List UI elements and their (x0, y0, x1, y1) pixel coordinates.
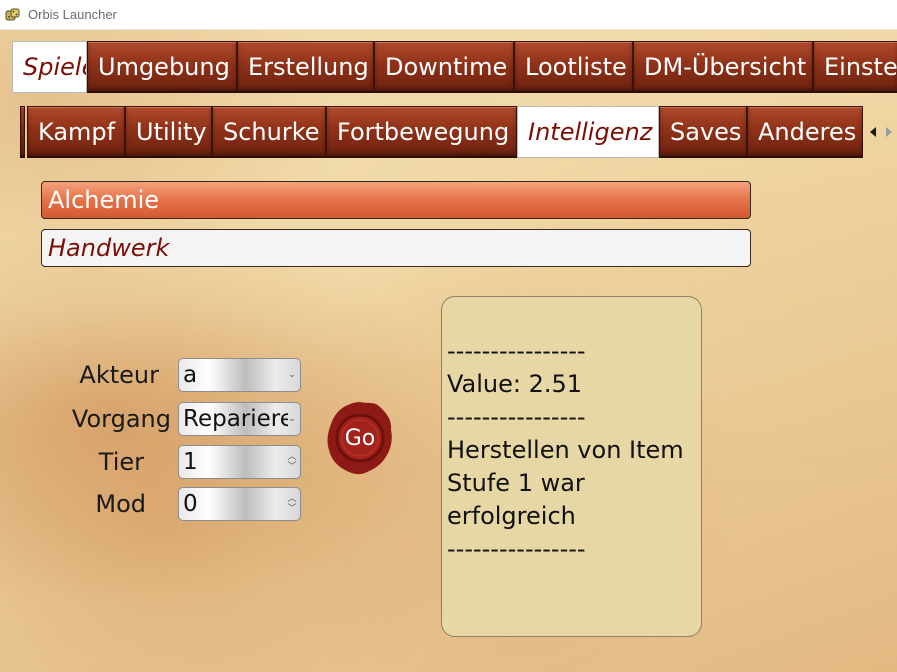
title-bar: Orbis Launcher (0, 0, 897, 30)
scroll-left-icon[interactable] (869, 123, 877, 142)
vorgang-select[interactable]: Reparieren ⌄ (178, 402, 301, 436)
output-value: Value: 2.51 (447, 370, 583, 398)
mod-stepper[interactable]: 0 ︿ ﹀ (178, 487, 301, 521)
tab-erstellung[interactable]: Erstellung (237, 41, 374, 93)
tab-saves[interactable]: Saves (659, 106, 747, 158)
tab-schurke[interactable]: Schurke (212, 106, 326, 158)
output-separator: ---------------- (447, 337, 586, 365)
go-label: Go (344, 425, 376, 451)
tier-label: Tier (98, 448, 144, 476)
akteur-select[interactable]: a ⌄ (178, 358, 301, 392)
output-panel: ---------------- Value: 2.51 -----------… (441, 296, 702, 637)
tab-downtime[interactable]: Downtime (374, 41, 514, 93)
vorgang-label: Vorgang (71, 405, 171, 433)
scroll-right-icon[interactable] (885, 123, 893, 142)
tab-utility[interactable]: Utility (125, 106, 212, 158)
tab-kampf[interactable]: Kampf (27, 106, 125, 158)
window-title: Orbis Launcher (28, 7, 117, 22)
tab-anderes[interactable]: Anderes (747, 106, 863, 158)
tier-stepper[interactable]: 1 ︿ ﹀ (178, 445, 301, 479)
tab-lootliste[interactable]: Lootliste (514, 41, 633, 93)
tab-dm-uebersicht[interactable]: DM-Übersicht (633, 41, 813, 93)
output-message: Herstellen von Item Stufe 1 war erfolgre… (447, 436, 684, 530)
mod-label: Mod (95, 490, 146, 518)
stepper-arrows-icon[interactable]: ︿ ﹀ (284, 446, 300, 478)
chevron-down-icon[interactable]: ⌄ (284, 403, 300, 435)
output-separator: ---------------- (447, 535, 586, 563)
go-button[interactable]: Go (325, 399, 395, 477)
akteur-label: Akteur (79, 361, 159, 389)
list-item-alchemie[interactable]: Alchemie (41, 181, 751, 219)
tab-einstellungen[interactable]: Einstellungen (813, 41, 897, 93)
dice-icon (5, 7, 21, 23)
tab-umgebung[interactable]: Umgebung (87, 41, 237, 93)
tab-hidden-edge (20, 106, 25, 158)
chevron-down-icon[interactable]: ⌄ (284, 359, 300, 391)
tab-fortbewegung[interactable]: Fortbewegung (326, 106, 517, 158)
tab-scroll-arrows (866, 122, 897, 142)
list-item-handwerk[interactable]: Handwerk (41, 229, 751, 267)
stepper-arrows-icon[interactable]: ︿ ﹀ (284, 488, 300, 520)
tab-intelligenz[interactable]: Intelligenz (517, 106, 659, 158)
tab-spieler[interactable]: Spieler (12, 41, 87, 93)
output-separator: ---------------- (447, 403, 586, 431)
